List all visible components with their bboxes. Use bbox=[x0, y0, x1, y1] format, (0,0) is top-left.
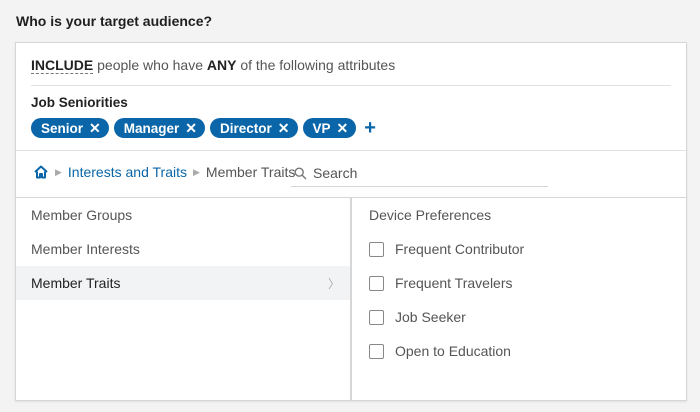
pill-senior[interactable]: Senior ✕ bbox=[31, 118, 109, 138]
checkbox[interactable] bbox=[369, 309, 384, 325]
page-heading: Who is your target audience? bbox=[16, 13, 213, 29]
category-list: Member Groups Member Interests Member Tr… bbox=[16, 198, 352, 400]
include-text-1: people who have bbox=[93, 57, 207, 73]
include-sentence: INCLUDE people who have ANY of the follo… bbox=[31, 57, 686, 74]
chevron-right-icon: ▶ bbox=[192, 166, 200, 177]
include-text-2: of the following attributes bbox=[236, 57, 396, 73]
trait-options: Device Preferences Frequent Contributor … bbox=[354, 198, 686, 400]
category-label: Member Traits bbox=[31, 275, 121, 291]
job-seniorities-label: Job Seniorities bbox=[31, 95, 128, 110]
chevron-right-icon: 〉 bbox=[327, 276, 340, 291]
section-header: Device Preferences bbox=[369, 207, 492, 223]
checkbox[interactable] bbox=[369, 241, 384, 257]
option-label: Open to Education bbox=[395, 343, 511, 359]
breadcrumb: ▶ Interests and Traits ▶ Member Traits bbox=[33, 164, 295, 180]
pill-label: Manager bbox=[123, 120, 180, 136]
option-frequent-travelers[interactable]: Frequent Travelers bbox=[354, 266, 686, 300]
checkbox[interactable] bbox=[369, 275, 384, 291]
remove-icon[interactable]: ✕ bbox=[337, 121, 349, 135]
pill-vp[interactable]: VP ✕ bbox=[302, 118, 357, 138]
option-label: Job Seeker bbox=[395, 309, 466, 325]
include-dropdown[interactable]: INCLUDE bbox=[31, 57, 94, 74]
add-seniority-plus-icon[interactable]: + bbox=[364, 118, 376, 138]
divider bbox=[16, 150, 686, 151]
breadcrumb-link-interests[interactable]: Interests and Traits bbox=[68, 164, 187, 180]
pill-manager[interactable]: Manager ✕ bbox=[113, 118, 206, 138]
audience-card: INCLUDE people who have ANY of the follo… bbox=[15, 42, 687, 401]
remove-icon[interactable]: ✕ bbox=[185, 121, 197, 135]
checkbox[interactable] bbox=[369, 343, 384, 359]
category-label: Member Interests bbox=[31, 241, 140, 257]
pill-label: Senior bbox=[41, 120, 84, 136]
option-job-seeker[interactable]: Job Seeker bbox=[354, 300, 686, 334]
pill-director[interactable]: Director ✕ bbox=[210, 118, 298, 138]
category-member-traits[interactable]: Member Traits 〉 bbox=[16, 266, 350, 300]
any-keyword: ANY bbox=[206, 57, 237, 73]
pill-label: VP bbox=[312, 120, 331, 136]
search-icon bbox=[294, 166, 307, 179]
remove-icon[interactable]: ✕ bbox=[278, 121, 290, 135]
option-label: Frequent Contributor bbox=[395, 241, 525, 257]
chevron-right-icon: ▶ bbox=[55, 166, 62, 177]
category-member-interests[interactable]: Member Interests bbox=[16, 232, 350, 266]
remove-icon[interactable]: ✕ bbox=[89, 121, 101, 135]
option-open-to-education[interactable]: Open to Education bbox=[354, 334, 686, 368]
seniority-pills: Senior ✕ Manager ✕ Director ✕ VP ✕ + bbox=[31, 118, 376, 138]
divider bbox=[31, 85, 671, 86]
option-label: Frequent Travelers bbox=[395, 275, 513, 291]
category-label: Member Groups bbox=[31, 207, 133, 223]
option-frequent-contributor[interactable]: Frequent Contributor bbox=[354, 232, 686, 266]
search-box bbox=[291, 160, 548, 187]
home-icon[interactable] bbox=[33, 164, 49, 180]
pill-label: Director bbox=[220, 120, 272, 136]
search-input[interactable] bbox=[313, 165, 533, 181]
breadcrumb-current: Member Traits bbox=[205, 164, 296, 180]
category-member-groups[interactable]: Member Groups bbox=[16, 198, 350, 232]
